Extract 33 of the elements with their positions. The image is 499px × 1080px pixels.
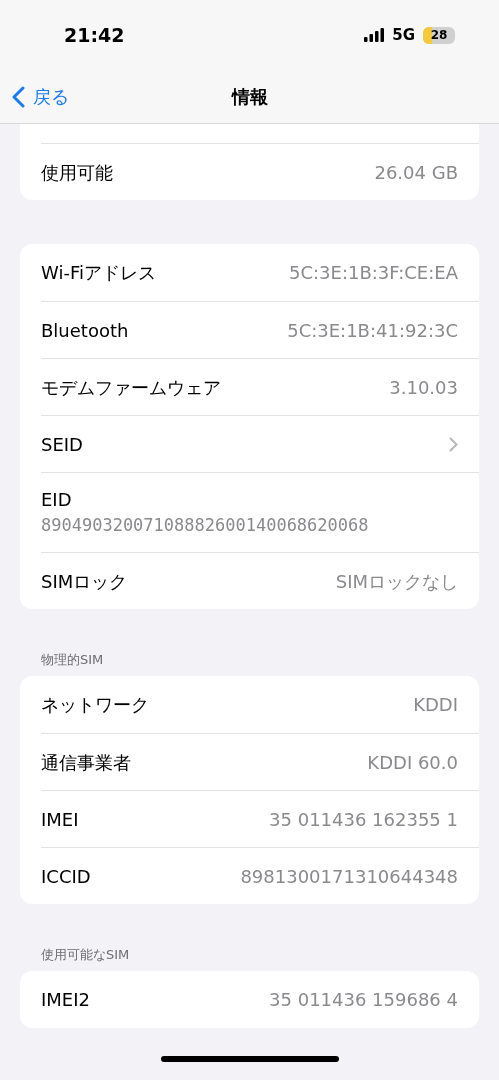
row-label: モデムファームウェア <box>41 375 221 400</box>
chevron-right-icon <box>449 436 458 452</box>
row-value: 8981300171310644348 <box>240 864 458 889</box>
row-label: ネットワーク <box>41 693 149 717</box>
back-button[interactable]: 戻る <box>0 82 75 111</box>
row-value: 5C:3E:1B:3F:CE:EA <box>289 261 458 285</box>
row-value: 35 011436 159686 4 <box>269 988 458 1012</box>
row-label: ICCID <box>41 864 91 889</box>
row-label: SIMロック <box>41 569 128 594</box>
row-label: 通信事業者 <box>41 750 131 775</box>
row-value: SIMロックなし <box>335 569 458 594</box>
section-header: 物理的SIM <box>40 651 105 669</box>
row-label: IMEI2 <box>41 988 90 1012</box>
clock: 21:42 <box>64 22 125 48</box>
row-value: 3.10.03 <box>389 375 458 400</box>
row-value: 5C:3E:1B:41:92:3C <box>287 318 458 343</box>
row-value: KDDI 60.0 <box>367 750 458 775</box>
chevron-left-icon <box>12 85 25 108</box>
row-label: SEID <box>41 432 83 457</box>
row-value: 35 011436 162355 1 <box>269 807 458 832</box>
row-label: IMEI <box>41 807 79 832</box>
nav-title: 情報 <box>231 85 268 109</box>
row-label: 使用可能 <box>41 160 113 185</box>
row-label: Bluetooth <box>41 318 129 343</box>
signal-icon <box>364 28 385 42</box>
row-value: 89049032007108882600140068620068 <box>41 514 369 538</box>
row-value: 26.04 GB <box>374 160 458 185</box>
row-value: KDDI <box>413 693 458 717</box>
seid-row[interactable]: SEID <box>41 415 479 472</box>
section-header: 使用可能なSIM <box>40 946 131 964</box>
row-label: Wi-Fiアドレス <box>41 261 156 285</box>
network-label: 5G <box>392 24 415 46</box>
row-label: EID <box>41 488 72 513</box>
